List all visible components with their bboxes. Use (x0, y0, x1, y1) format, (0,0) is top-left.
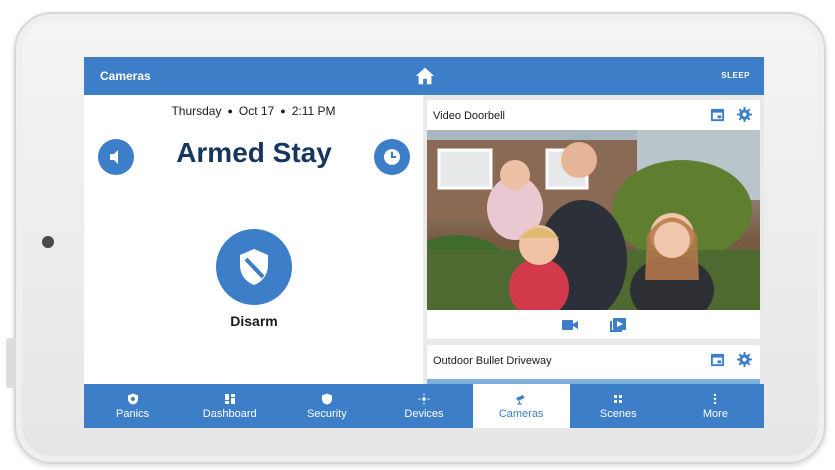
front-camera (42, 236, 54, 248)
nav-label: More (702, 407, 728, 420)
camera-card-video-doorbell[interactable]: Video Doorbell (427, 100, 760, 339)
nav-devices[interactable]: Devices (375, 384, 472, 428)
moon-icon (709, 70, 714, 80)
sleep-label: SLEEP (721, 70, 750, 80)
dashboard-grid-icon (224, 393, 235, 404)
nav-dashboard[interactable]: Dashboard (181, 384, 278, 428)
scenes-icon (614, 394, 623, 403)
video-camera-icon[interactable] (561, 317, 579, 333)
security-status-panel: Thursday ● Oct 17 ● 2:11 PM Armed Stay Disar… (84, 95, 423, 384)
volume-button[interactable] (98, 139, 134, 175)
arm-status-label: Armed Stay (176, 137, 332, 168)
day-label: Thursday (171, 104, 222, 118)
nav-more[interactable]: More (667, 384, 764, 428)
disarm-label: Disarm (230, 313, 278, 329)
camera-name: Video Doorbell (433, 110, 505, 122)
camera-card-header: Video Doorbell (427, 100, 760, 130)
camera-card-actions (710, 352, 752, 367)
date-label: Oct 17 (238, 104, 275, 118)
nav-label: Scenes (599, 407, 637, 420)
top-bar: Cameras SLEEP (84, 57, 764, 95)
nav-label: Dashboard (202, 407, 257, 420)
disarm-button[interactable] (216, 229, 292, 305)
sleep-button[interactable]: SLEEP (705, 70, 750, 80)
separator-dot: ● (227, 106, 233, 116)
nav-security[interactable]: Security (278, 384, 375, 428)
nav-scenes[interactable]: Scenes (570, 384, 667, 428)
gear-icon[interactable] (737, 107, 752, 122)
nav-label: Panics (116, 407, 150, 420)
schedule-button[interactable] (374, 139, 410, 175)
screen: Cameras SLEEP Thursday ● Oct 17 ● 2:11 PM Ar… (84, 57, 764, 428)
camera-controls (427, 310, 760, 339)
camera-snapshot-image (427, 130, 760, 310)
nav-panics[interactable]: Panics (84, 384, 181, 428)
tablet-side-button (6, 338, 16, 388)
date-time-display: Thursday ● Oct 17 ● 2:11 PM (84, 104, 423, 118)
separator-dot: ● (280, 106, 286, 116)
home-icon[interactable] (414, 65, 436, 87)
camera-card-actions (710, 107, 752, 122)
camera-list: Video Doorbell Outdoor Bullet Driveway (423, 95, 764, 385)
nav-label: Devices (404, 407, 444, 420)
shield-icon (240, 249, 268, 285)
page-title: Cameras (100, 69, 151, 83)
time-label: 2:11 PM (291, 104, 336, 118)
bottom-nav: Panics Dashboard Security Devices Camera… (84, 384, 764, 428)
camera-icon (516, 394, 525, 404)
camera-live-feed[interactable] (427, 130, 760, 310)
clock-icon (384, 149, 400, 165)
camera-card-outdoor-bullet-driveway[interactable]: Outdoor Bullet Driveway (427, 345, 760, 385)
nav-label: Cameras (498, 407, 544, 420)
devices-icon (418, 393, 430, 404)
calendar-icon[interactable] (710, 352, 725, 367)
gear-icon[interactable] (737, 352, 752, 367)
camera-name: Outdoor Bullet Driveway (433, 355, 552, 367)
camera-card-header: Outdoor Bullet Driveway (427, 345, 760, 375)
calendar-icon[interactable] (710, 107, 725, 122)
shield-panic-icon (127, 393, 138, 404)
shield-icon (321, 393, 332, 404)
nav-label: Security (306, 407, 347, 420)
speaker-icon (110, 150, 118, 164)
playback-icon[interactable] (609, 317, 627, 333)
more-dots-icon (714, 393, 717, 404)
nav-cameras[interactable]: Cameras (472, 384, 570, 428)
